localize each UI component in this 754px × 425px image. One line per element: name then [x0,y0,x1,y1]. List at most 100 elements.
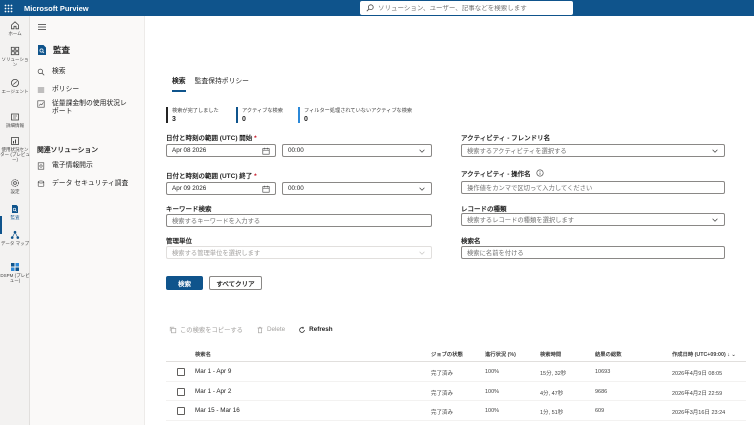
search-name-input[interactable]: 検索に名前を付ける [461,246,725,259]
column-header-duration[interactable]: 検索時間 [540,350,561,358]
nav-item-usage-report[interactable]: 従量課金制の使用状況レポート [37,100,132,117]
admin-unit-placeholder: 検索する管理単位を選択します [172,250,261,257]
stat-label: アクティブな検索 [242,108,283,114]
app-launcher-icon[interactable] [0,0,16,16]
rail-label: ホーム [8,31,22,36]
rail-item-data-map[interactable]: データ マップ [0,230,30,246]
stat-completed: 検索が完了しました 3 [166,107,219,123]
column-header-progress[interactable]: 進行状況 (%) [485,350,516,358]
list-icon [37,87,45,93]
settings-icon [11,179,19,187]
row-name[interactable]: Mar 15 - Mar 16 [195,407,240,414]
record-type-select[interactable]: 検索するレコードの種類を選択します [461,213,725,226]
table-row[interactable]: Mar 1 - Apr 9 完了済み 100% 15分, 32秒 10693 2… [166,362,746,382]
chevron-down-icon [418,249,426,257]
rail-item-home[interactable]: ホーム [0,20,30,36]
start-date-picker[interactable]: Apr 08 2026 [166,144,276,157]
delete-button[interactable]: Delete [256,326,285,334]
nav-item-search[interactable]: 検索 [37,68,132,76]
record-type-label: レコードの種類 [461,206,507,213]
end-time-value: 00:00 [288,185,304,192]
tab-retention-policy[interactable]: 監査保持ポリシー [195,75,249,92]
row-name[interactable]: Mar 1 - Apr 2 [195,388,231,395]
rail-item-solutions[interactable]: ソリューション [0,46,30,67]
activity-op-placeholder: 操作値をカンマで区切って入力してください [467,185,593,192]
row-progress: 100% [485,408,500,414]
activity-friendly-select[interactable]: 検索するアクティビティを選択する [461,144,725,157]
hamburger-icon[interactable] [37,22,47,32]
row-total: 9686 [595,388,608,395]
stat-value: 3 [172,116,176,123]
clear-all-button[interactable]: すべてクリア [209,276,262,290]
calendar-icon[interactable] [262,147,270,155]
keyword-placeholder: 検索するキーワードを入力する [172,218,261,225]
row-checkbox[interactable] [177,407,185,415]
keyword-input[interactable]: 検索するキーワードを入力する [166,214,432,227]
app-title[interactable]: Microsoft Purview [24,4,89,13]
sort-down-icon: ↓ ⌄ [727,352,736,358]
tab-search[interactable]: 検索 [172,75,186,92]
rail-item-audit[interactable]: 監査 [0,204,30,220]
refresh-icon [299,326,305,333]
rail-label: 監査 [10,215,20,220]
start-date-value: Apr 08 2026 [172,147,207,154]
stat-value: 0 [304,116,308,123]
rail-item-usage[interactable]: 使用状況センター (プレビュー) [0,136,30,163]
usage-icon [11,137,19,145]
row-duration: 4分, 47秒 [540,390,564,397]
start-time-select[interactable]: 00:00 [282,144,432,157]
copy-search-label: この検索をコピーする [180,327,243,334]
table-row[interactable]: Mar 15 - Mar 16 完了済み 100% 1分, 51秒 609 20… [166,401,746,421]
calendar-icon[interactable] [262,185,270,193]
global-search[interactable] [360,1,573,15]
rail-item-settings[interactable]: 設定 [0,178,30,194]
admin-unit-select[interactable]: 検索する管理単位を選択します [166,246,432,259]
end-time-select[interactable]: 00:00 [282,182,432,195]
row-checkbox[interactable] [177,387,185,396]
rail-label: 詳細情報 [6,123,24,128]
tab-list: 検索 監査保持ポリシー [172,75,249,92]
nav-item-policy[interactable]: ポリシー [37,86,132,94]
keyword-label: キーワード検索 [166,206,212,213]
row-name[interactable]: Mar 1 - Apr 9 [195,368,231,375]
search-button[interactable]: 検索 [166,276,203,290]
row-progress: 100% [485,388,500,395]
stat-label: フィルター処理されていないアクティブな検索 [304,108,413,114]
activity-friendly-label: アクティビティ - フレンドリ名 [461,135,551,142]
dspm-icon [11,263,19,271]
stat-active: アクティブな検索 0 [236,107,283,123]
nav-item-data-security[interactable]: データ セキュリティ調査 [37,180,132,188]
row-checkbox[interactable] [177,368,185,376]
rail-label: データ マップ [0,241,30,246]
admin-unit-label: 管理単位 [166,238,192,245]
rail-label: エージェント [1,89,29,94]
copy-icon [169,326,177,333]
end-date-label: 日付と時刻の範囲 (UTC) 終了 * [166,170,257,180]
row-total: 10693 [595,369,611,375]
refresh-button[interactable]: Refresh [298,326,333,334]
row-created: 2026年4月2日 22:59 [672,390,723,397]
row-duration: 15分, 32秒 [540,371,567,377]
nav-title-text: 監査 [53,45,71,55]
column-header-created-text: 作成日時 (UTC+09:00) [672,352,726,358]
activity-op-input[interactable]: 操作値をカンマで区切って入力してください [461,181,725,194]
row-created: 2026年3月16日 23:24 [672,410,726,416]
info-icon[interactable] [536,169,544,177]
end-date-picker[interactable]: Apr 09 2026 [166,182,276,195]
copy-search-button[interactable]: この検索をコピーする [169,325,243,334]
data-security-icon [37,180,45,187]
main-content: 検索 監査保持ポリシー 検索が完了しました 3 アクティブな検索 0 フィルター… [145,16,754,425]
stat-label: 検索が完了しました [172,108,219,114]
home-icon [11,21,19,30]
search-input[interactable] [378,4,568,12]
rail-item-learn[interactable]: 詳細情報 [0,112,30,128]
column-header-created[interactable]: 作成日時 (UTC+09:00) ↓ ⌄ [672,350,736,358]
rail-item-dspm[interactable]: DSPM (プレビュー) [0,262,30,283]
rail-item-agent[interactable]: エージェント [0,78,30,94]
nav-item-ediscovery[interactable]: 電子情報開示 [37,162,132,170]
column-header-status[interactable]: ジョブの状態 [431,350,463,358]
column-header-total[interactable]: 結果の総数 [595,350,622,358]
table-row[interactable]: Mar 1 - Apr 2 完了済み 100% 4分, 47秒 9686 202… [166,382,746,401]
column-header-name[interactable]: 検索名 [195,350,211,358]
chevron-down-icon [711,216,719,224]
